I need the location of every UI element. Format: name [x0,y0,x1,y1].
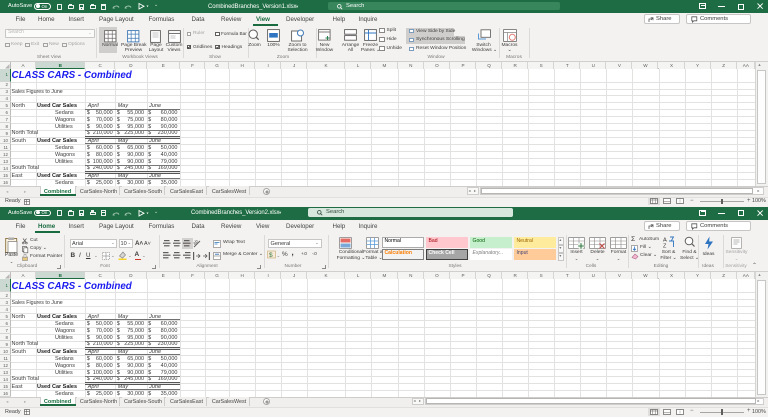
svg-text:ab: ab [192,239,200,247]
svg-text:$: $ [269,252,273,259]
